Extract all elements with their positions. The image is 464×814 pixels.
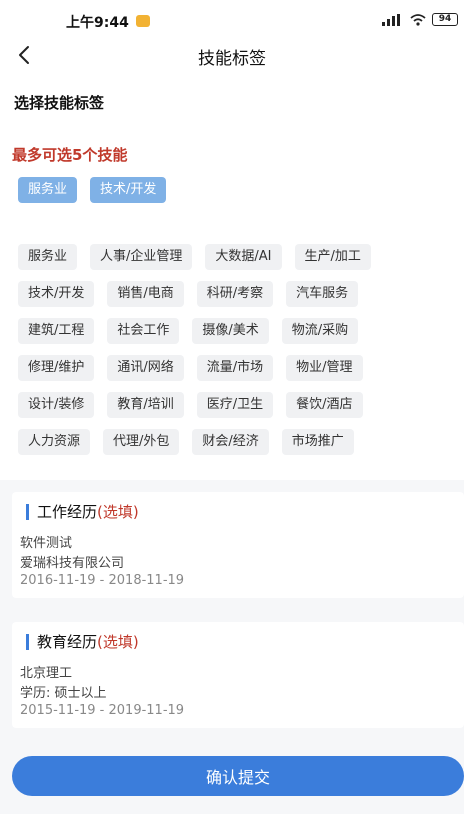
page-title: 技能标签 <box>198 49 266 69</box>
work-title-text: 工作经历 <box>37 503 98 521</box>
selected-tag[interactable]: 技术/开发 <box>90 177 167 203</box>
edu-period: 2015-11-19 - 2019-11-19 <box>20 703 185 718</box>
edu-degree: 学历: 硕士以上 <box>20 686 107 701</box>
optional-label: (选填) <box>97 633 139 651</box>
education-title: 教育经历(选填) <box>26 634 139 650</box>
battery-icon: 94 <box>432 13 458 26</box>
work-company: 爱瑞科技有限公司 <box>20 556 125 571</box>
skill-tag[interactable]: 服务业 <box>18 244 78 270</box>
skill-tag[interactable]: 生产/加工 <box>294 244 371 270</box>
signal-icon <box>382 13 404 26</box>
skill-tag[interactable]: 技术/开发 <box>18 281 95 307</box>
skill-tag[interactable]: 摄像/美术 <box>192 318 269 344</box>
skill-tag[interactable]: 大数据/AI <box>205 244 282 270</box>
skill-tag[interactable]: 教育/培训 <box>107 392 184 418</box>
skill-tag[interactable]: 人事/企业管理 <box>90 244 193 270</box>
skill-tag[interactable]: 医疗/卫生 <box>196 392 274 418</box>
skill-tag-grid: 服务业 人事/企业管理 大数据/AI 生产/加工 技术/开发 销售/电商 科研/… <box>18 244 458 466</box>
skill-tag[interactable]: 科研/考察 <box>196 281 274 307</box>
battery-level: 94 <box>438 14 452 24</box>
edu-school: 北京理工 <box>20 666 73 681</box>
skill-tag[interactable]: 通讯/网络 <box>107 355 184 381</box>
tag-row: 设计/装修 教育/培训 医疗/卫生 餐饮/酒店 <box>18 392 458 418</box>
skill-tag[interactable]: 修理/维护 <box>18 355 95 381</box>
skill-tag[interactable]: 社会工作 <box>107 318 180 344</box>
selected-tags: 服务业 技术/开发 <box>18 177 167 203</box>
education-card[interactable]: 教育经历(选填) 北京理工 学历: 硕士以上 2015-11-19 - 2019… <box>12 622 464 728</box>
status-time: 上午9:44 <box>66 15 129 31</box>
tag-row: 建筑/工程 社会工作 摄像/美术 物流/采购 <box>18 318 458 344</box>
section-label: 选择技能标签 <box>14 94 105 112</box>
work-experience-title: 工作经历(选填) <box>26 504 139 520</box>
tag-row: 人力资源 代理/外包 财会/经济 市场推广 <box>18 429 458 455</box>
skill-tag[interactable]: 市场推广 <box>281 429 354 455</box>
skill-tag[interactable]: 财会/经济 <box>192 429 269 455</box>
work-position: 软件测试 <box>20 536 73 551</box>
notification-icon <box>136 15 150 27</box>
submit-button[interactable]: 确认提交 <box>12 756 464 796</box>
tag-row: 技术/开发 销售/电商 科研/考察 汽车服务 <box>18 281 458 307</box>
nav-bar: 技能标签 <box>0 38 464 74</box>
status-bar: 上午9:44 94 <box>0 0 464 40</box>
selected-tag[interactable]: 服务业 <box>18 177 78 203</box>
skill-tag[interactable]: 人力资源 <box>18 429 91 455</box>
status-right: 94 <box>382 13 458 26</box>
limit-notice: 最多可选5个技能 <box>12 146 128 164</box>
work-period: 2016-11-19 - 2018-11-19 <box>20 573 185 588</box>
edu-title-text: 教育经历 <box>37 633 98 651</box>
optional-label: (选填) <box>97 503 139 521</box>
tag-row: 服务业 人事/企业管理 大数据/AI 生产/加工 <box>18 244 458 270</box>
skill-tag[interactable]: 建筑/工程 <box>18 318 95 344</box>
skill-tag[interactable]: 物流/采购 <box>281 318 359 344</box>
skill-tag[interactable]: 物业/管理 <box>286 355 363 381</box>
skill-tag[interactable]: 餐饮/酒店 <box>286 392 363 418</box>
skill-tag[interactable]: 设计/装修 <box>18 392 95 418</box>
skill-tag[interactable]: 汽车服务 <box>286 281 359 307</box>
skill-tag[interactable]: 代理/外包 <box>103 429 180 455</box>
wifi-icon <box>410 13 426 26</box>
skill-tag[interactable]: 流量/市场 <box>196 355 274 381</box>
work-experience-card[interactable]: 工作经历(选填) 软件测试 爱瑞科技有限公司 2016-11-19 - 2018… <box>12 492 464 598</box>
skill-tag[interactable]: 销售/电商 <box>107 281 184 307</box>
tag-row: 修理/维护 通讯/网络 流量/市场 物业/管理 <box>18 355 458 381</box>
